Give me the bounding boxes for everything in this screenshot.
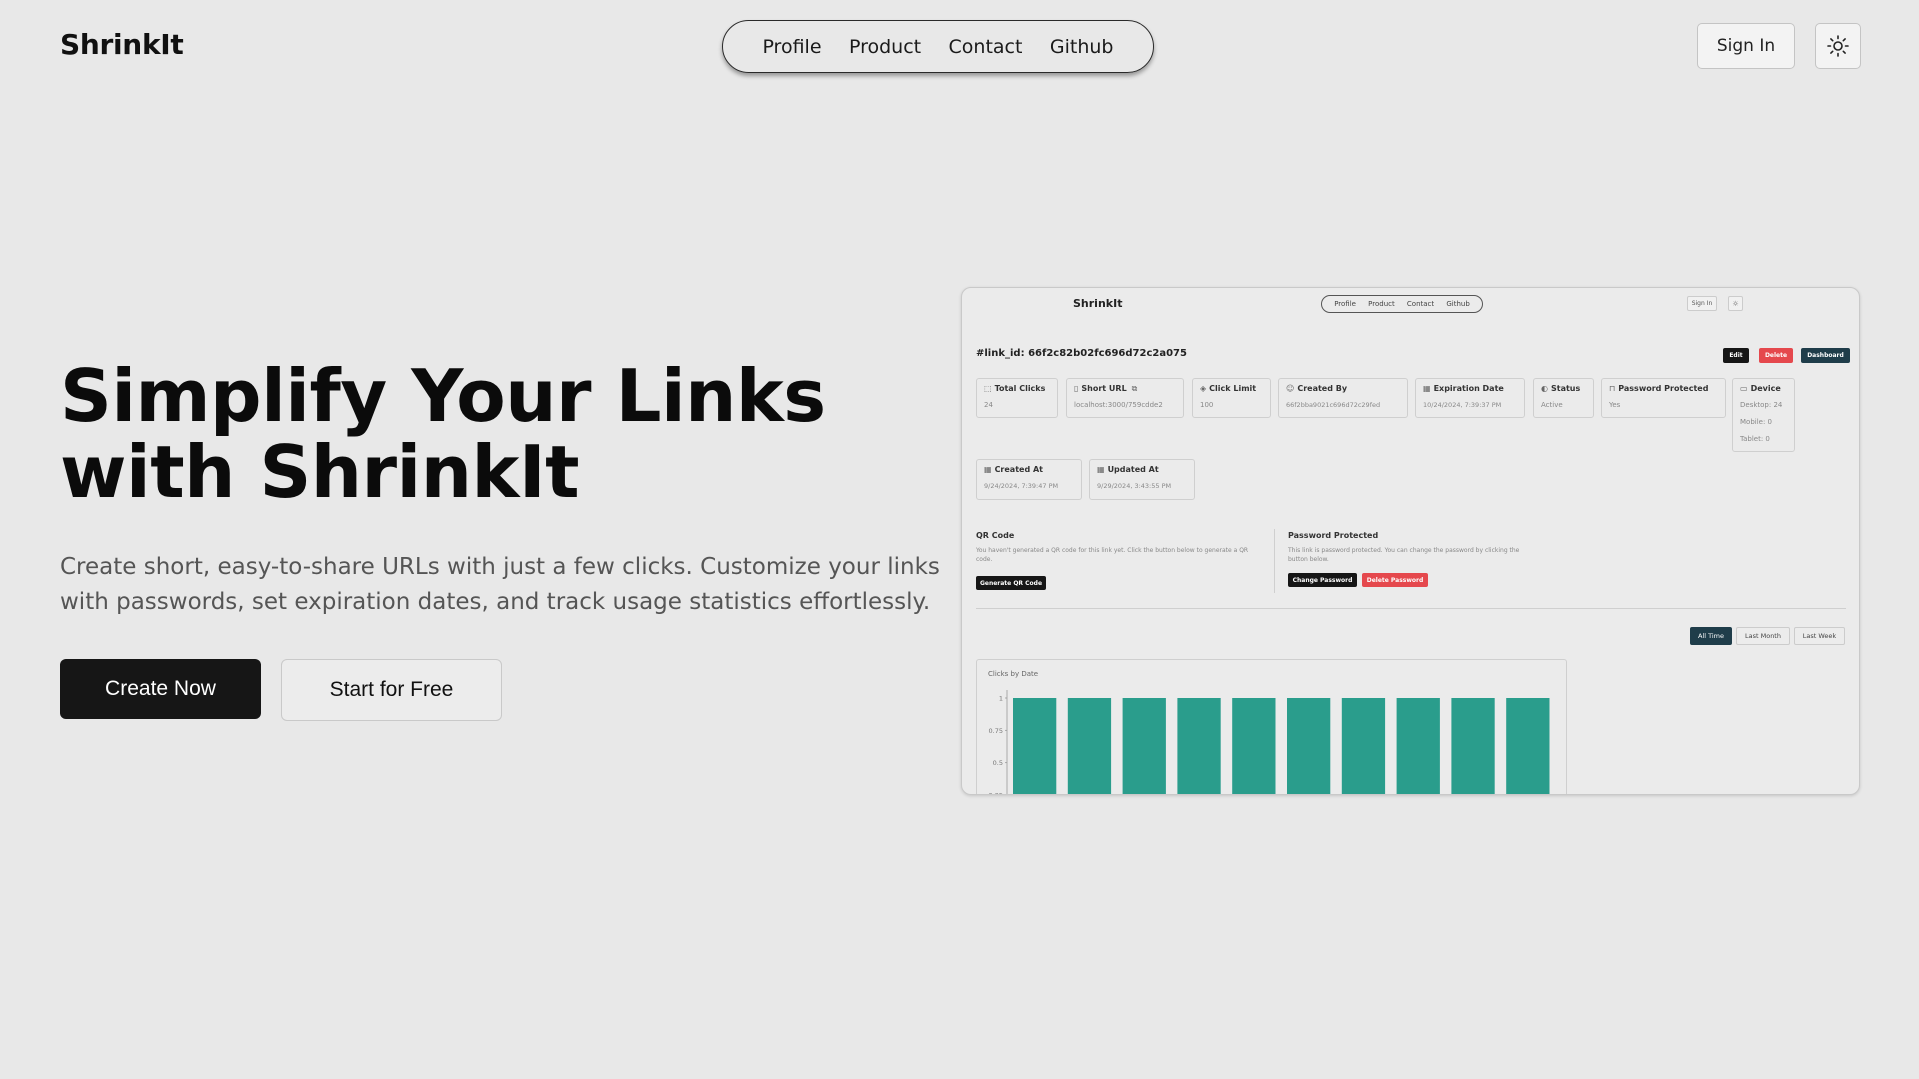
hero-title: Simplify Your Links with ShrinkIt <box>60 354 826 514</box>
chart-bar <box>1013 698 1057 794</box>
sun-icon <box>1827 35 1849 57</box>
file-icon: ▯ <box>1074 384 1079 393</box>
preview-nav-product: Product <box>1368 300 1395 308</box>
sign-in-button[interactable]: Sign In <box>1697 23 1795 69</box>
preview-nav-profile: Profile <box>1334 300 1356 308</box>
preview-nav-contact: Contact <box>1406 300 1435 308</box>
activity-icon: ◐ <box>1541 384 1548 393</box>
main-nav: Profile Product Contact Github <box>722 20 1154 73</box>
nav-product[interactable]: Product <box>849 36 921 58</box>
nav-profile[interactable]: Profile <box>762 36 821 58</box>
tab-last-month: Last Month <box>1736 627 1790 645</box>
calendar-icon: ▦ <box>984 465 992 474</box>
chart-bar <box>1506 698 1550 794</box>
card-short-url: ▯ Short URL ⧉ localhost:3000/759cdde2 <box>1066 378 1184 418</box>
card-total-clicks: ⬚ Total Clicks 24 <box>976 378 1058 418</box>
tab-all-time: All Time <box>1690 627 1732 645</box>
cursor-icon: ⬚ <box>984 384 992 393</box>
preview-link-id: #link_id: 66f2c82b02fc696d72c2a075 <box>976 348 1187 359</box>
card-created-by: ☺ Created By 66f2bba9021c696d72c29fed <box>1278 378 1408 418</box>
section-divider <box>1274 529 1275 593</box>
chart-bar <box>1232 698 1276 794</box>
preview-dashboard-button: Dashboard <box>1801 348 1850 363</box>
y-tick-label: 0.5 <box>993 759 1003 767</box>
clicks-bar-chart: 1 0.75 0.5 0.25 <box>989 690 1550 796</box>
horizontal-divider <box>976 608 1846 609</box>
preview-edit-button: Edit <box>1723 348 1749 363</box>
chart-bar <box>1341 698 1386 794</box>
calendar-icon: ▦ <box>1423 384 1431 393</box>
preview-sun-icon: ☼ <box>1728 296 1743 311</box>
user-icon: ☺ <box>1286 384 1295 393</box>
card-expiration-date: ▦ Expiration Date 10/24/2024, 7:39:37 PM <box>1415 378 1525 418</box>
preview-brand: ShrinkIt <box>1073 297 1123 310</box>
nav-contact[interactable]: Contact <box>949 36 1023 58</box>
chart-bar <box>1177 698 1221 794</box>
brand-logo[interactable]: ShrinkIt <box>60 28 184 61</box>
tab-last-week: Last Week <box>1794 627 1845 645</box>
app-preview-screenshot: ShrinkIt Profile Product Contact Github … <box>961 287 1860 795</box>
card-created-at: ▦ Created At 9/24/2024, 7:39:47 PM <box>976 459 1082 500</box>
create-now-button[interactable]: Create Now <box>60 659 261 719</box>
theme-toggle-button[interactable] <box>1815 23 1861 69</box>
chart-bar <box>1122 698 1166 794</box>
card-updated-at: ▦ Updated At 9/29/2024, 3:43:55 PM <box>1089 459 1195 500</box>
chart-bar <box>1396 698 1440 794</box>
generate-qr-button: Generate QR Code <box>976 576 1046 590</box>
monitor-icon: ▭ <box>1740 384 1748 393</box>
card-device: ▭ Device Desktop: 24 Mobile: 0 Tablet: 0 <box>1732 378 1795 452</box>
password-section-title: Password Protected <box>1288 531 1379 540</box>
card-password-protected: ⊓ Password Protected Yes <box>1601 378 1726 418</box>
preview-nav: Profile Product Contact Github <box>1321 295 1483 313</box>
card-click-limit: ◈ Click Limit 100 <box>1192 378 1271 418</box>
preview-sign-in: Sign In <box>1687 296 1717 311</box>
preview-nav-github: Github <box>1446 300 1470 308</box>
y-tick-label: 0.75 <box>989 727 1003 735</box>
delete-password-button: Delete Password <box>1362 573 1428 587</box>
shield-icon: ◈ <box>1200 384 1207 393</box>
preview-delete-button: Delete <box>1759 348 1793 363</box>
chart-bar <box>1067 698 1112 794</box>
start-free-button[interactable]: Start for Free <box>281 659 502 721</box>
y-tick-label: 1 <box>999 695 1003 703</box>
clicks-chart-card: Clicks by Date 1 0.75 0.5 0.25 <box>976 659 1567 796</box>
y-tick-label: 0.25 <box>989 792 1003 796</box>
chart-bar <box>1451 698 1495 794</box>
qr-section-title: QR Code <box>976 531 1015 540</box>
nav-github[interactable]: Github <box>1050 36 1114 58</box>
card-status: ◐ Status Active <box>1533 378 1594 418</box>
hero-description: Create short, easy-to-share URLs with ju… <box>60 554 940 615</box>
calendar-icon: ▦ <box>1097 465 1105 474</box>
password-section-text: This link is password protected. You can… <box>1288 547 1520 563</box>
qr-section-text: You haven't generated a QR code for this… <box>976 547 1249 563</box>
lock-icon: ⊓ <box>1609 384 1616 393</box>
copy-icon: ⧉ <box>1131 384 1138 393</box>
change-password-button: Change Password <box>1288 573 1357 587</box>
chart-bar <box>1287 698 1331 794</box>
